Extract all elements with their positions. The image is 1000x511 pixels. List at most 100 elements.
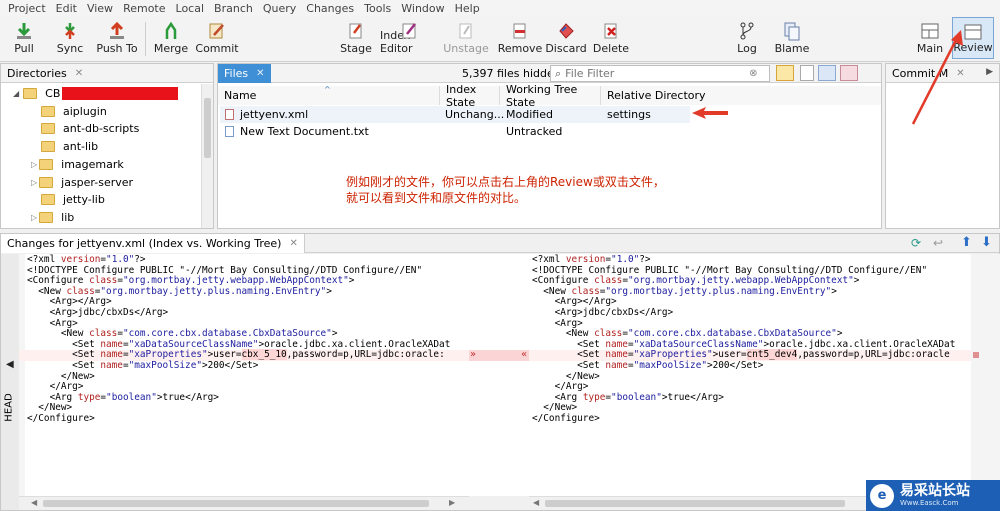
delete-button[interactable]: Delete [593, 17, 629, 59]
scrollbar-thumb[interactable] [204, 98, 211, 158]
file-row-new-text-document[interactable]: New Text Document.txt Untracked [220, 123, 690, 140]
scroll-left-icon[interactable]: ◀ [31, 498, 37, 507]
toolbar-separator [145, 22, 146, 56]
tree-item-ant-db-scripts[interactable]: ant-db-scripts [41, 120, 139, 137]
file-filter-field[interactable]: ⌕ ⊗ [550, 65, 770, 82]
tree-item-lib[interactable]: ▷ lib [31, 209, 74, 226]
column-index-state[interactable]: Index State [440, 83, 500, 109]
scrollbar-thumb[interactable] [545, 500, 845, 507]
merge-strip: » « [469, 254, 529, 496]
menu-tools[interactable]: Tools [364, 2, 391, 15]
tree-item-ant-lib[interactable]: ant-lib [41, 138, 98, 155]
menu-edit[interactable]: Edit [56, 2, 77, 15]
merge-button[interactable]: Merge [152, 17, 190, 59]
menu-query[interactable]: Query [263, 2, 296, 15]
clear-filter-icon[interactable]: ⊗ [749, 68, 757, 79]
left-code-line: <Arg type="boolean">true</Arg> [27, 391, 219, 403]
menu-project[interactable]: Project [8, 2, 46, 15]
scrollbar-thumb[interactable] [43, 500, 429, 507]
show-modified-toggle[interactable] [776, 65, 794, 81]
next-change-icon[interactable]: ⬇ [981, 235, 992, 250]
head-label: HEAD [3, 393, 15, 422]
unstage-button[interactable]: Unstage [443, 17, 489, 59]
scroll-left-icon[interactable]: ◀ [533, 498, 539, 507]
index-editor-button[interactable]: Index Editor [380, 17, 440, 59]
right-code-line: </Configure> [532, 412, 600, 424]
discard-button[interactable]: Discard [545, 17, 587, 59]
menu-help[interactable]: Help [455, 2, 480, 15]
stage-icon [349, 23, 362, 39]
scroll-right-icon[interactable]: ▶ [986, 67, 993, 77]
chevron-right-icon[interactable]: ▷ [31, 178, 37, 187]
annotation-text: 例如刚才的文件，你可以点击右上角的Review或双击文件， 就可以看到文件和原文… [346, 175, 665, 205]
tree-root[interactable]: ◢ CB [13, 85, 179, 102]
watermark-icon: e [870, 483, 894, 508]
prev-change-icon[interactable]: ⬆ [961, 235, 972, 250]
undo-icon[interactable]: ↩ [933, 236, 943, 250]
modified-file-icon [225, 109, 234, 120]
show-ignored-toggle[interactable] [840, 65, 858, 81]
merge-strip-change [469, 350, 529, 361]
right-diff-editor[interactable]: <?xml version="1.0"?> <!DOCTYPE Configure… [529, 254, 971, 496]
menu-changes[interactable]: Changes [306, 2, 354, 15]
overview-change-marker[interactable] [973, 352, 979, 358]
right-code-line: <Set name="maxPoolSize">200</Set> [532, 359, 764, 371]
menu-remote[interactable]: Remote [123, 2, 165, 15]
stage-button[interactable]: Stage [340, 17, 372, 59]
folder-icon [41, 194, 55, 205]
close-icon[interactable]: ✕ [289, 238, 297, 249]
show-untracked-toggle[interactable] [800, 65, 814, 81]
annotation-arrow-review [911, 30, 963, 125]
refresh-icon[interactable]: ⟳ [911, 236, 921, 250]
left-change-gutter [19, 254, 25, 496]
copy-left-icon[interactable]: « [521, 349, 527, 360]
directories-titlebar: Directories ✕ [1, 64, 213, 83]
menu-local[interactable]: Local [176, 2, 205, 15]
tab-files[interactable]: Files ✕ [218, 64, 271, 83]
show-staged-toggle[interactable] [818, 65, 836, 81]
menu-branch[interactable]: Branch [214, 2, 253, 15]
sync-button[interactable]: Sync [52, 17, 88, 59]
untracked-file-icon [225, 126, 234, 137]
sort-asc-icon: ^ [324, 85, 331, 94]
left-diff-editor[interactable]: <?xml version="1.0"?> <!DOCTYPE Configure… [19, 254, 469, 496]
tree-item-jetty-lib[interactable]: jetty-lib [41, 191, 105, 208]
file-row-jettyenv[interactable]: jettyenv.xml Unchang... Modified setting… [220, 106, 690, 123]
folder-icon [39, 177, 54, 188]
tree-item-aiplugin[interactable]: aiplugin [41, 103, 107, 120]
close-icon[interactable]: ✕ [75, 68, 83, 79]
copy-right-icon[interactable]: » [470, 349, 476, 360]
pull-button[interactable]: Pull [6, 17, 42, 59]
column-relative-directory[interactable]: Relative Directory [601, 86, 881, 105]
search-icon: ⌕ [555, 66, 562, 80]
file-filter-input[interactable] [565, 67, 746, 80]
tab-changes[interactable]: Changes for jettyenv.xml (Index vs. Work… [1, 234, 305, 253]
redacted-block [62, 87, 179, 100]
expand-arrow-icon[interactable]: ◢ [13, 89, 19, 98]
left-h-scrollbar[interactable]: ◀ ▶ [19, 496, 469, 510]
push-icon [110, 21, 124, 39]
chevron-right-icon[interactable]: ▷ [31, 213, 37, 222]
tab-directories[interactable]: Directories ✕ [1, 64, 89, 83]
blame-button[interactable]: Blame [774, 17, 810, 59]
push-to-button[interactable]: Push To [96, 17, 138, 59]
tree-item-jasper-server[interactable]: ▷ jasper-server [31, 174, 133, 191]
chevron-right-icon[interactable]: ▷ [31, 160, 37, 169]
remove-button[interactable]: Remove [498, 17, 542, 59]
menu-view[interactable]: View [87, 2, 113, 15]
right-code-line: </New> [532, 370, 600, 382]
directories-scrollbar[interactable] [201, 84, 213, 228]
folder-icon [23, 88, 38, 99]
files-panel: Files ✕ 5,397 files hidden ⌕ ⊗ Name Inde… [217, 63, 882, 229]
log-button[interactable]: Log [732, 17, 762, 59]
folder-icon [41, 106, 55, 117]
discard-icon [559, 23, 574, 39]
commit-button[interactable]: Commit [195, 17, 239, 59]
menu-window[interactable]: Window [401, 2, 444, 15]
collapse-left-icon[interactable]: ◀ [6, 359, 14, 370]
left-code-line: <?xml version="1.0"?> [27, 254, 146, 265]
column-working-tree-state[interactable]: Working Tree State [500, 83, 601, 109]
close-icon[interactable]: ✕ [256, 68, 264, 79]
scroll-right-icon[interactable]: ▶ [449, 498, 455, 507]
tree-item-imagemark[interactable]: ▷ imagemark [31, 156, 124, 173]
